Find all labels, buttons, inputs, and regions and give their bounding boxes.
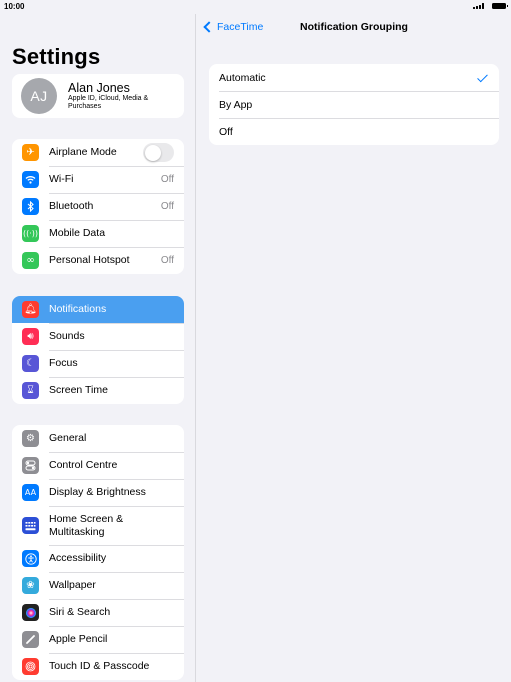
sidebar-item-bluetooth[interactable]: Bluetooth Off [12, 193, 184, 220]
notifications-group: 🔔︎ Notifications 🔊︎ Sounds ☾ Focus ⌛︎ Sc… [12, 296, 184, 404]
status-time: 10:00 [4, 2, 25, 11]
profile-subtitle: Apple ID, iCloud, Media & Purchases [68, 95, 149, 110]
option-label: Off [219, 125, 233, 138]
sidebar-item-notifications[interactable]: 🔔︎ Notifications [12, 296, 184, 323]
option-label: Automatic [219, 71, 266, 84]
sidebar-item-personal-hotspot[interactable]: ∞ Personal Hotspot Off [12, 247, 184, 274]
sidebar-item-control-centre[interactable]: Control Centre [12, 452, 184, 479]
general-group: ⚙ General Control Centre AA Display & Br… [12, 425, 184, 680]
battery-icon [492, 3, 508, 9]
signal-icon [473, 3, 484, 9]
hotspot-status: Off [160, 255, 174, 266]
sidebar-item-mobile-data[interactable]: ((·)) Mobile Data [12, 220, 184, 247]
avatar: AJ [21, 78, 57, 114]
status-indicators [473, 3, 508, 9]
wifi-status: Off [160, 174, 174, 185]
sidebar-item-siri-search[interactable]: Siri & Search [12, 599, 184, 626]
option-by-app[interactable]: By App [209, 91, 499, 118]
detail-navigation-bar: FaceTime Notification Grouping [197, 14, 511, 42]
sidebar-item-screen-time[interactable]: ⌛︎ Screen Time [12, 377, 184, 404]
sidebar-item-touch-id[interactable]: Touch ID & Passcode [12, 653, 184, 680]
airplane-mode-toggle[interactable] [143, 143, 174, 162]
checkmark-icon [477, 71, 488, 83]
sidebar-item-home-screen[interactable]: Home Screen & Multitasking [12, 506, 184, 545]
sidebar-title: Settings [12, 44, 101, 69]
sidebar-item-sounds[interactable]: 🔊︎ Sounds [12, 323, 184, 350]
page-title: Notification Grouping [300, 21, 408, 33]
sidebar-item-apple-pencil[interactable]: Apple Pencil [12, 626, 184, 653]
apple-id-profile[interactable]: AJ Alan Jones Apple ID, iCloud, Media & … [12, 74, 184, 118]
bluetooth-status: Off [160, 201, 174, 212]
sidebar-item-focus[interactable]: ☾ Focus [12, 350, 184, 377]
connectivity-group: ✈ Airplane Mode Wi-Fi Off Bluetooth Off … [12, 139, 184, 274]
status-bar: 10:00 [0, 0, 511, 14]
option-label: By App [219, 98, 253, 111]
sidebar-item-wifi[interactable]: Wi-Fi Off [12, 166, 184, 193]
sidebar-item-accessibility[interactable]: Accessibility [12, 545, 184, 572]
sidebar-item-wallpaper[interactable]: ❀ Wallpaper [12, 572, 184, 599]
sidebar-item-general[interactable]: ⚙ General [12, 425, 184, 452]
option-off[interactable]: Off [209, 118, 499, 145]
profile-name: Alan Jones [68, 81, 130, 95]
sidebar-item-airplane-mode[interactable]: ✈ Airplane Mode [12, 139, 184, 166]
settings-sidebar: Settings AJ Alan Jones Apple ID, iCloud,… [0, 14, 196, 682]
option-automatic[interactable]: Automatic [209, 64, 499, 91]
sidebar-item-display-brightness[interactable]: AA Display & Brightness [12, 479, 184, 506]
notification-grouping-options: Automatic By App Off [209, 64, 499, 145]
